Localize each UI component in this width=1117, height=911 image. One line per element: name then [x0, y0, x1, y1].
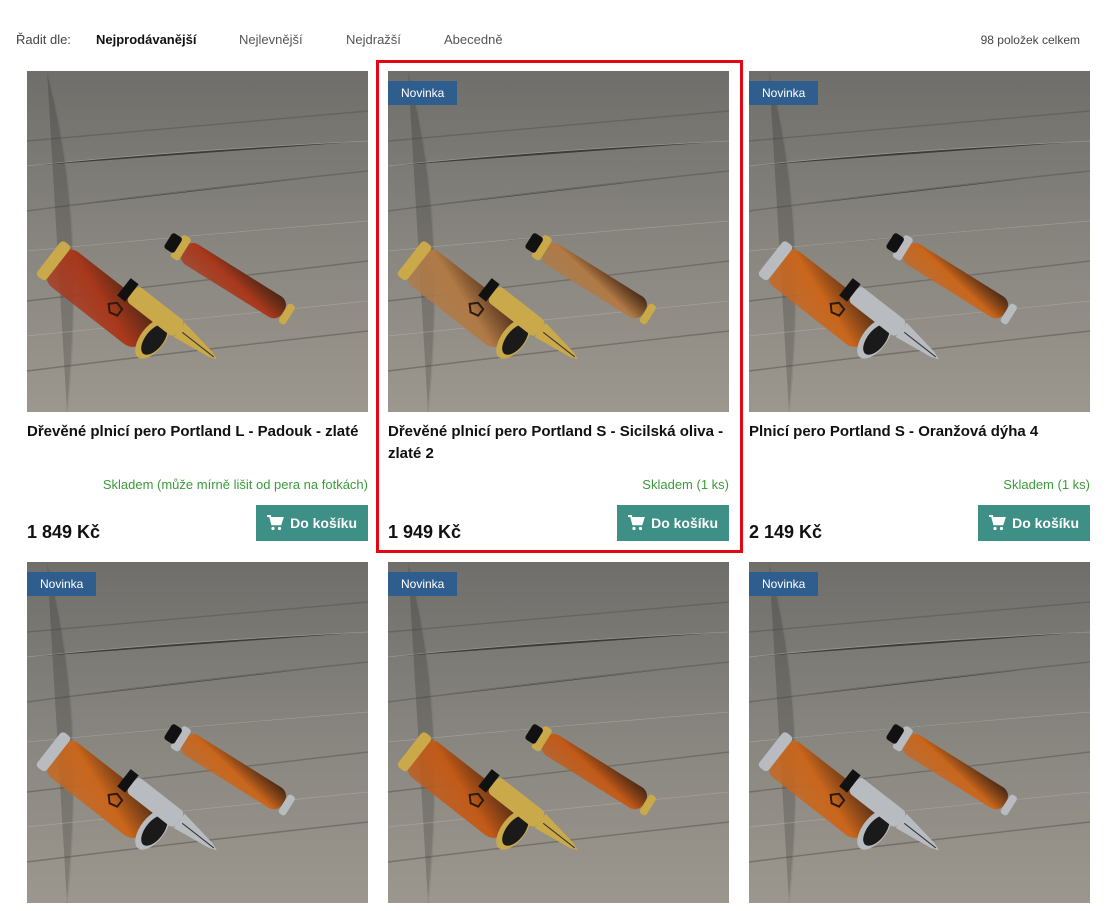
add-to-cart-label: Do košíku [1012, 515, 1079, 531]
sort-label: Řadit dle: [16, 32, 71, 47]
product-image[interactable] [27, 71, 368, 412]
add-to-cart-button[interactable]: Do košíku [256, 505, 368, 541]
cart-icon [988, 515, 1006, 531]
stock-status: Skladem (1 ks) [1003, 477, 1090, 492]
new-badge: Novinka [388, 572, 458, 596]
cart-icon [627, 515, 645, 531]
total-items-count: 98 položek celkem [980, 33, 1080, 47]
sort-bar: Řadit dle: Nejprodávanější Nejlevnější N… [0, 0, 1117, 70]
sort-option-cheapest[interactable]: Nejlevnější [239, 32, 303, 47]
add-to-cart-button[interactable]: Do košíku [978, 505, 1090, 541]
product-image[interactable] [27, 562, 368, 903]
stock-status: Skladem (může mírně lišit od pera na fot… [102, 477, 368, 492]
product-title[interactable]: Dřevěné plnicí pero Portland L - Padouk … [27, 421, 368, 443]
cart-icon [266, 515, 284, 531]
product-price: 1 949 Kč [388, 522, 462, 542]
add-to-cart-label: Do košíku [290, 515, 357, 531]
add-to-cart-label: Do košíku [651, 515, 718, 531]
new-badge: Novinka [27, 572, 97, 596]
product-price: 2 149 Kč [749, 522, 823, 542]
product-image[interactable] [388, 562, 729, 903]
sort-option-bestselling[interactable]: Nejprodávanější [96, 32, 196, 47]
product-title[interactable]: Plnicí pero Portland S - Oranžová dýha 4 [749, 421, 1090, 443]
new-badge: Novinka [749, 81, 819, 105]
product-title[interactable]: Dřevěné plnicí pero Portland S - Sicilsk… [388, 421, 729, 465]
product-image[interactable] [749, 562, 1090, 903]
new-badge: Novinka [388, 81, 458, 105]
product-image[interactable] [749, 71, 1090, 412]
new-badge: Novinka [749, 572, 819, 596]
sort-option-alphabetical[interactable]: Abecedně [444, 32, 503, 47]
sort-option-most-expensive[interactable]: Nejdražší [346, 32, 401, 47]
product-price: 1 849 Kč [27, 522, 101, 542]
add-to-cart-button[interactable]: Do košíku [617, 505, 729, 541]
product-image[interactable] [388, 71, 729, 412]
stock-status: Skladem (1 ks) [642, 477, 729, 492]
